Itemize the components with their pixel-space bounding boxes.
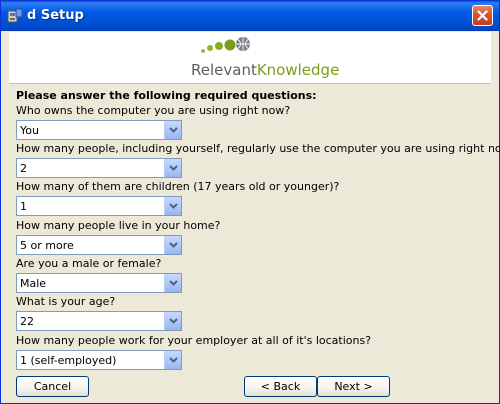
household-select-value: 5 or more — [20, 239, 74, 252]
close-button[interactable] — [472, 5, 493, 26]
children-select[interactable]: 1 — [16, 196, 182, 216]
question-label-children: How many of them are children (17 years … — [16, 180, 340, 193]
age-select[interactable]: 22 — [16, 311, 182, 331]
users-select-value: 2 — [20, 162, 27, 175]
relevantknowledge-logo: RelevantKnowledge — [179, 36, 339, 80]
owner-select-dropdown-button[interactable] — [164, 121, 181, 139]
logo-text-knowledge: Knowledge — [256, 61, 340, 79]
question-label-employer: How many people work for your employer a… — [16, 334, 372, 347]
next-button[interactable]: Next > — [317, 376, 390, 397]
employer-select-value: 1 (self-employed) — [20, 354, 117, 367]
logo-text: RelevantKnowledge — [191, 61, 339, 79]
question-label-users: How many people, including yourself, reg… — [16, 142, 500, 155]
back-button[interactable]: < Back — [244, 376, 317, 397]
question-label-gender: Are you a male or female? — [16, 257, 162, 270]
chevron-down-icon — [168, 203, 178, 209]
household-select[interactable]: 5 or more — [16, 235, 182, 255]
gender-select-dropdown-button[interactable] — [164, 274, 181, 292]
setup-icon — [7, 8, 23, 24]
employer-select-dropdown-button[interactable] — [164, 351, 181, 369]
chevron-down-icon — [168, 242, 178, 248]
chevron-down-icon — [168, 357, 178, 363]
chevron-down-icon — [168, 127, 178, 133]
question-label-age: What is your age? — [16, 295, 116, 308]
title-bar[interactable]: d Setup — [1, 1, 499, 31]
gender-select-value: Male — [20, 277, 47, 290]
children-select-dropdown-button[interactable] — [164, 197, 181, 215]
header-banner: RelevantKnowledge — [9, 32, 491, 84]
setup-window: d Setup RelevantKnowledge Please answer … — [0, 0, 500, 404]
chevron-down-icon — [168, 280, 178, 286]
users-select[interactable]: 2 — [16, 158, 182, 178]
close-icon — [477, 10, 488, 21]
chevron-down-icon — [168, 165, 178, 171]
owner-select[interactable]: You — [16, 120, 182, 140]
window-title: d Setup — [27, 8, 84, 23]
question-label-owner: Who owns the computer you are using righ… — [16, 104, 291, 117]
household-select-dropdown-button[interactable] — [164, 236, 181, 254]
form-heading: Please answer the following required que… — [16, 89, 317, 102]
gender-select[interactable]: Male — [16, 273, 182, 293]
users-select-dropdown-button[interactable] — [164, 159, 181, 177]
cancel-button[interactable]: Cancel — [16, 376, 89, 397]
question-label-household: How many people live in your home? — [16, 219, 221, 232]
chevron-down-icon — [168, 318, 178, 324]
owner-select-value: You — [20, 124, 39, 137]
children-select-value: 1 — [20, 200, 27, 213]
employer-select[interactable]: 1 (self-employed) — [16, 350, 182, 370]
age-select-dropdown-button[interactable] — [164, 312, 181, 330]
logo-text-relevant: Relevant — [191, 61, 257, 79]
age-select-value: 22 — [20, 315, 34, 328]
